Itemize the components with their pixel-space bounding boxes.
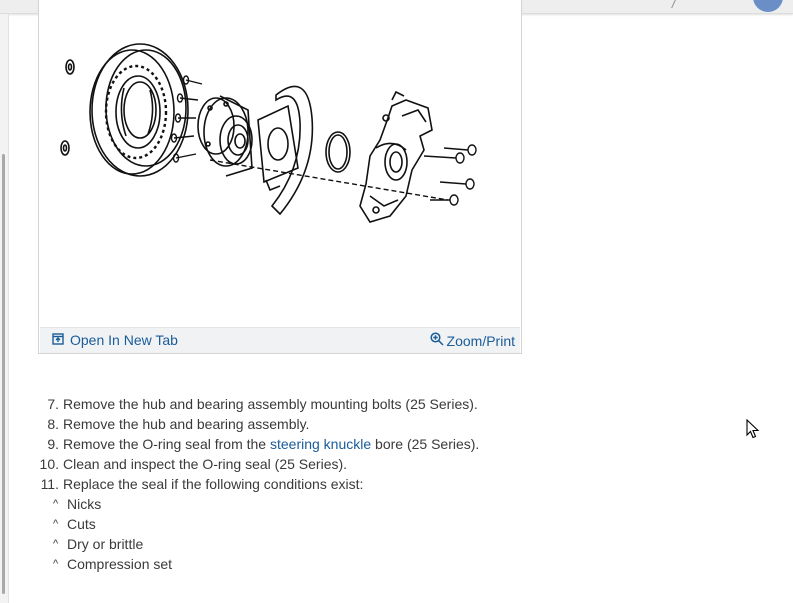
diagram-wheel-studs [170,75,203,163]
diagram-splash-shield [257,85,314,216]
diagram-washer-top [65,59,75,75]
step-item: 11. Replace the seal if the following con… [38,474,638,494]
condition-text: Compression set [67,556,173,572]
bullet-marker: ^ [53,558,59,570]
step-text: Clean and inspect the O-ring seal (25 Se… [63,456,348,472]
scrollbar-thumb[interactable] [2,154,5,594]
zoom-print-label: Zoom/Print [446,332,515,349]
condition-item: ^ Nicks [38,494,638,514]
step-text-post: bore (25 Series). [371,436,480,452]
step-item: 7. Remove the hub and bearing assembly mo… [38,394,638,414]
toolbar-divider [661,0,676,8]
avatar[interactable] [753,0,783,12]
diagram-mounting-bolts [423,144,477,206]
steering-knuckle-link[interactable]: steering knuckle [270,436,371,452]
hub-bearing-exploded-diagram [60,43,477,223]
condition-item: ^ Compression set [38,554,638,574]
step-text-pre: Remove the O-ring seal from the [63,436,270,452]
procedure-steps: 7. Remove the hub and bearing assembly mo… [38,394,638,574]
step-text: Remove the hub and bearing assembly moun… [63,396,478,412]
condition-text: Dry or brittle [67,536,144,552]
condition-text: Cuts [67,516,96,532]
diagram-steering-knuckle [359,90,433,223]
diagram-o-ring [325,131,351,173]
step-item: 9. Remove the O-ring seal from the steeri… [38,434,638,454]
zoom-in-icon [429,332,444,349]
mouse-cursor-icon [746,419,760,439]
step-number: 9. [47,436,59,452]
step-number: 7. [47,396,59,412]
step-number: 10. [39,456,59,472]
figure-card: Open In New Tab Zoom/Print [38,0,522,354]
condition-item: ^ Dry or brittle [38,534,638,554]
open-in-new-tab-link[interactable]: Open In New Tab [52,332,178,348]
step-item: 8. Remove the hub and bearing assembly. [38,414,638,434]
bullet-marker: ^ [53,538,59,550]
step-text: Remove the hub and bearing assembly. [63,416,310,432]
diagram-washer-bottom [60,140,70,156]
condition-text: Nicks [67,496,102,512]
left-scrollbar[interactable] [0,14,9,603]
zoom-print-link[interactable]: Zoom/Print [429,332,515,349]
step-text: Replace the seal if the following condit… [63,476,364,492]
step-number: 8. [47,416,59,432]
condition-item: ^ Cuts [38,514,638,534]
bullet-marker: ^ [53,498,59,510]
step-number: 11. [40,476,59,492]
diagram-hub-bearing [197,95,253,177]
bullet-marker: ^ [53,518,59,530]
open-new-tab-icon [52,332,64,348]
figure-footer: Open In New Tab Zoom/Print [40,327,520,353]
step-item: 10. Clean and inspect the O-ring seal (25… [38,454,638,474]
open-in-new-tab-label: Open In New Tab [70,332,178,348]
